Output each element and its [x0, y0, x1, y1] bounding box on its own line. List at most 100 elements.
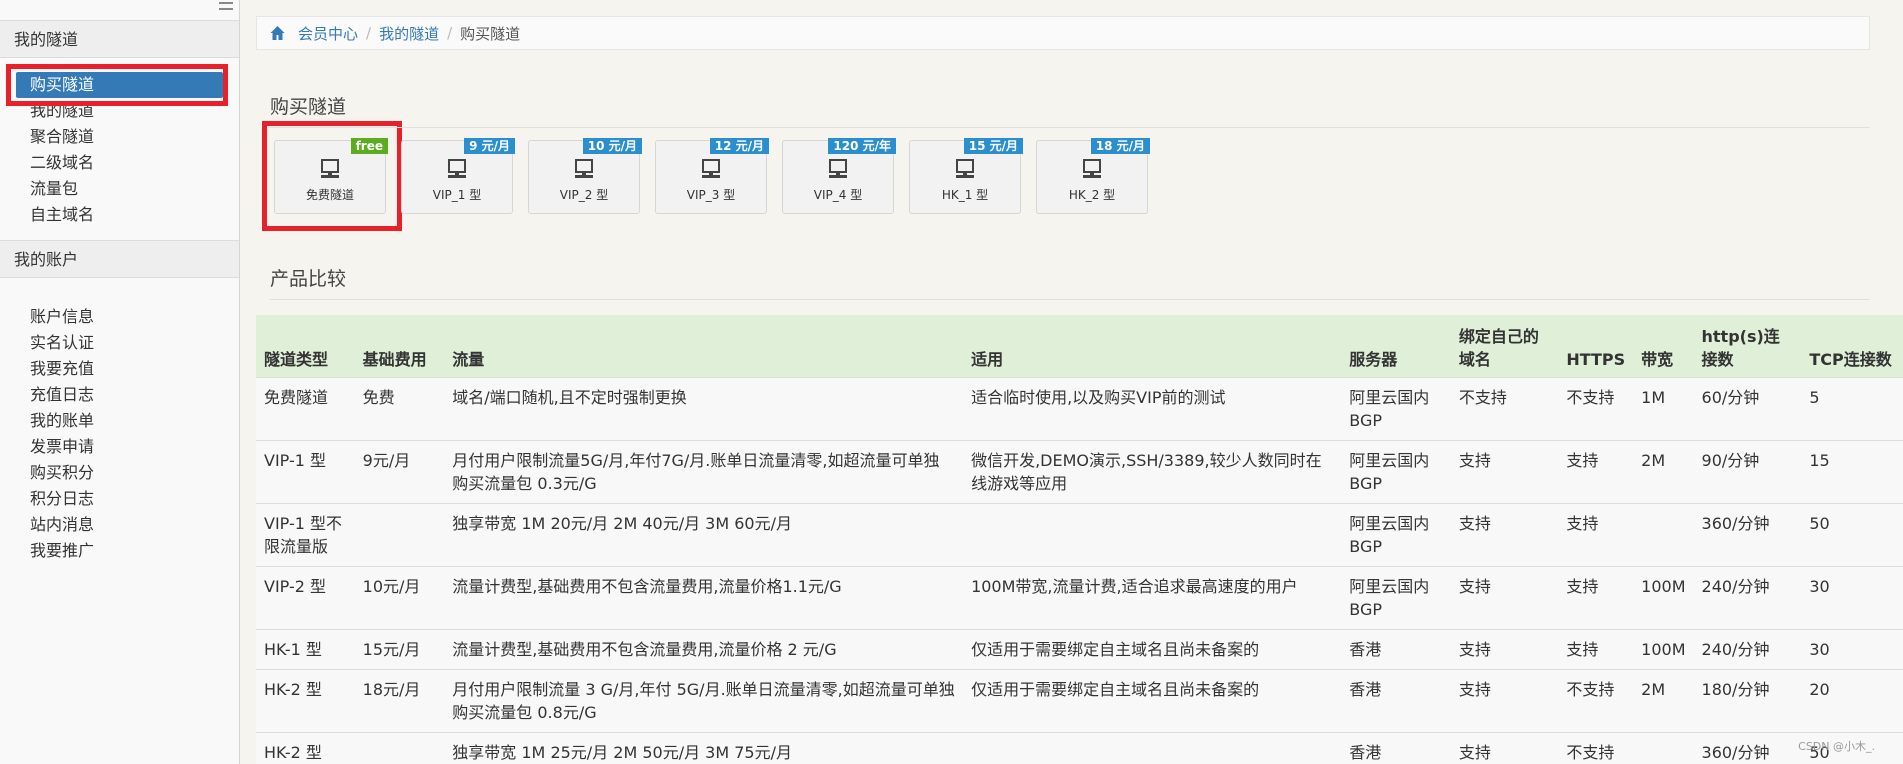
table-cell: 1M — [1633, 376, 1694, 440]
sidebar-item-messages[interactable]: 站内消息 — [0, 512, 239, 538]
sidebar-item-aggregate-tunnels[interactable]: 聚合隧道 — [0, 124, 239, 150]
plan-card-vip1[interactable]: 9 元/月 VIP_1 型 — [401, 138, 515, 214]
table-row: HK-1 型 15元/月 流量计费型,基础费用不包含流量费用,流量价格 2 元/G 仅… — [256, 628, 1903, 669]
sidebar-item-custom-domain[interactable]: 自主域名 — [0, 202, 239, 228]
table-cell: VIP-1 型 — [256, 439, 355, 503]
table-cell: 阿里云国内BGP — [1341, 502, 1451, 566]
table-cell: 20 — [1801, 668, 1903, 732]
plan-card-hk1[interactable]: 15 元/月 HK_1 型 — [909, 138, 1023, 214]
sidebar-item-account-info[interactable]: 账户信息 — [0, 304, 239, 330]
table-cell: 支持 — [1450, 502, 1559, 566]
table-cell: 5 — [1801, 376, 1903, 440]
table-cell: 月付用户限制流量5G/月,年付7G/月.账单日流量清零,如超流量可单独购买流量包… — [444, 439, 964, 503]
sidebar-collapse-icon[interactable] — [219, 2, 233, 10]
sidebar-item-my-tunnels[interactable]: 我的隧道 — [0, 98, 239, 124]
plan-badge: 10 元/月 — [582, 138, 642, 154]
table-cell: 10元/月 — [354, 565, 445, 629]
table-cell: 阿里云国内BGP — [1341, 376, 1451, 440]
plan-badge: 120 元/年 — [828, 138, 896, 154]
plan-card-vip4[interactable]: 120 元/年 VIP_4 型 — [782, 138, 896, 214]
table-cell: 360/分钟 — [1693, 502, 1802, 566]
sidebar-item-my-bills[interactable]: 我的账单 — [0, 408, 239, 434]
table-cell: 支持 — [1558, 628, 1634, 669]
col-header: 带宽 — [1641, 349, 1674, 369]
table-header-row: 隧道类型 基础费用 流量 适用 服务器 绑定自己的域名 HTTPS 带宽 htt… — [256, 315, 1903, 377]
table-cell: 240/分钟 — [1693, 565, 1802, 629]
table-cell: 仅适用于需要绑定自主域名且尚未备案的 — [963, 668, 1342, 732]
plan-card-free[interactable]: free 免费隧道 — [274, 138, 388, 214]
main-content: 会员中心 / 我的隧道 / 购买隧道 购买隧道 free 免费隧道 9 元/月 … — [256, 0, 1903, 764]
sidebar-item-buy-points[interactable]: 购买积分 — [0, 460, 239, 486]
table-cell: 60/分钟 — [1693, 376, 1802, 440]
table-cell: 不支持 — [1558, 376, 1634, 440]
plan-card-hk2[interactable]: 18 元/月 HK_2 型 — [1036, 138, 1150, 214]
breadcrumb: 会员中心 / 我的隧道 / 购买隧道 — [256, 16, 1870, 50]
sidebar-item-traffic-pack[interactable]: 流量包 — [0, 176, 239, 202]
table-row: HK-2 型 18元/月 月付用户限制流量 3 G/月,年付 5G/月.账单日流量清… — [256, 668, 1903, 732]
sidebar-item-recharge[interactable]: 我要充值 — [0, 356, 239, 382]
home-icon[interactable] — [269, 25, 286, 41]
plan-label: 免费隧道 — [305, 188, 354, 202]
table-cell: 免费 — [354, 376, 445, 440]
sidebar-section-account[interactable]: 我的账户 — [0, 240, 239, 278]
sidebar-item-promote[interactable]: 我要推广 — [0, 538, 239, 564]
table-cell: 2M — [1633, 439, 1694, 503]
table-cell: 9元/月 — [354, 439, 445, 503]
plan-label: VIP_4 型 — [813, 188, 863, 202]
table-cell: 支持 — [1450, 565, 1559, 629]
server-icon — [829, 159, 847, 178]
table-cell: 100M — [1633, 565, 1694, 629]
table-cell: HK-2 型 — [256, 668, 355, 732]
sidebar-item-subdomain[interactable]: 二级域名 — [0, 150, 239, 176]
col-header: 隧道类型 — [264, 349, 329, 369]
table-cell: 不支持 — [1558, 731, 1634, 764]
server-icon — [1083, 159, 1101, 178]
col-header: HTTPS — [1566, 349, 1626, 369]
table-cell: 180/分钟 — [1693, 668, 1802, 732]
col-header: http(s)连接数 — [1701, 326, 1780, 369]
plan-card-vip3[interactable]: 12 元/月 VIP_3 型 — [655, 138, 769, 214]
table-cell: 18元/月 — [354, 668, 445, 732]
table-cell: 支持 — [1450, 439, 1559, 503]
col-header: 基础费用 — [362, 349, 427, 369]
table-cell: 香港 — [1341, 731, 1451, 764]
watermark: CSDN @小木_. — [1798, 740, 1875, 753]
table-cell: 不支持 — [1450, 376, 1559, 440]
plan-label: VIP_2 型 — [559, 188, 609, 202]
col-header: 流量 — [452, 349, 485, 369]
table-cell: 2M — [1633, 668, 1694, 732]
sidebar-item-real-name[interactable]: 实名认证 — [0, 330, 239, 356]
table-cell: 15元/月 — [354, 628, 445, 669]
plan-label: HK_1 型 — [941, 188, 989, 202]
table-cell — [1633, 731, 1694, 764]
sidebar-item-points-log[interactable]: 积分日志 — [0, 486, 239, 512]
table-cell: 支持 — [1450, 731, 1559, 764]
sidebar-account-list: 账户信息 实名认证 我要充值 充值日志 我的账单 发票申请 购买积分 积分日志 … — [0, 278, 239, 576]
table-cell: 仅适用于需要绑定自主域名且尚未备案的 — [963, 628, 1342, 669]
table-cell — [963, 502, 1342, 566]
table-cell: 流量计费型,基础费用不包含流量费用,流量价格1.1元/G — [444, 565, 964, 629]
sidebar-item-recharge-log[interactable]: 充值日志 — [0, 382, 239, 408]
table-cell: 100M带宽,流量计费,适合追求最高速度的用户 — [963, 565, 1342, 629]
sidebar-item-buy-tunnel[interactable]: 购买隧道 — [16, 72, 223, 98]
sidebar-section-tunnels[interactable]: 我的隧道 — [0, 20, 239, 58]
sidebar-item-invoice[interactable]: 发票申请 — [0, 434, 239, 460]
sidebar: 我的隧道 购买隧道 我的隧道 聚合隧道 二级域名 流量包 自主域名 我的账户 账… — [0, 0, 240, 764]
table-cell: 微信开发,DEMO演示,SSH/3389,较少人数同时在线游戏等应用 — [963, 439, 1342, 503]
table-cell: 独享带宽 1M 25元/月 2M 50元/月 3M 75元/月 — [444, 731, 964, 764]
server-icon — [702, 159, 720, 178]
plan-card-vip2[interactable]: 10 元/月 VIP_2 型 — [528, 138, 642, 214]
breadcrumb-my-tunnels[interactable]: 我的隧道 — [379, 23, 439, 44]
server-icon — [321, 159, 339, 178]
col-header: 适用 — [971, 349, 1004, 369]
table-row: 免费隧道 免费 域名/端口随机,且不定时强制更换 适合临时使用,以及购买VIP前的测试… — [256, 376, 1903, 440]
breadcrumb-separator: / — [447, 24, 453, 42]
plan-cards: free 免费隧道 9 元/月 VIP_1 型 10 元/月 VIP_2 型 1… — [274, 138, 1150, 214]
table-cell: VIP-2 型 — [256, 565, 355, 629]
table-row: VIP-1 型不限流量版 独享带宽 1M 20元/月 2M 40元/月 3M 60… — [256, 502, 1903, 566]
plan-label: VIP_1 型 — [432, 188, 482, 202]
breadcrumb-member-center[interactable]: 会员中心 — [298, 23, 358, 44]
breadcrumb-separator: / — [366, 24, 372, 42]
table-cell: 支持 — [1450, 628, 1559, 669]
server-icon — [448, 159, 466, 178]
